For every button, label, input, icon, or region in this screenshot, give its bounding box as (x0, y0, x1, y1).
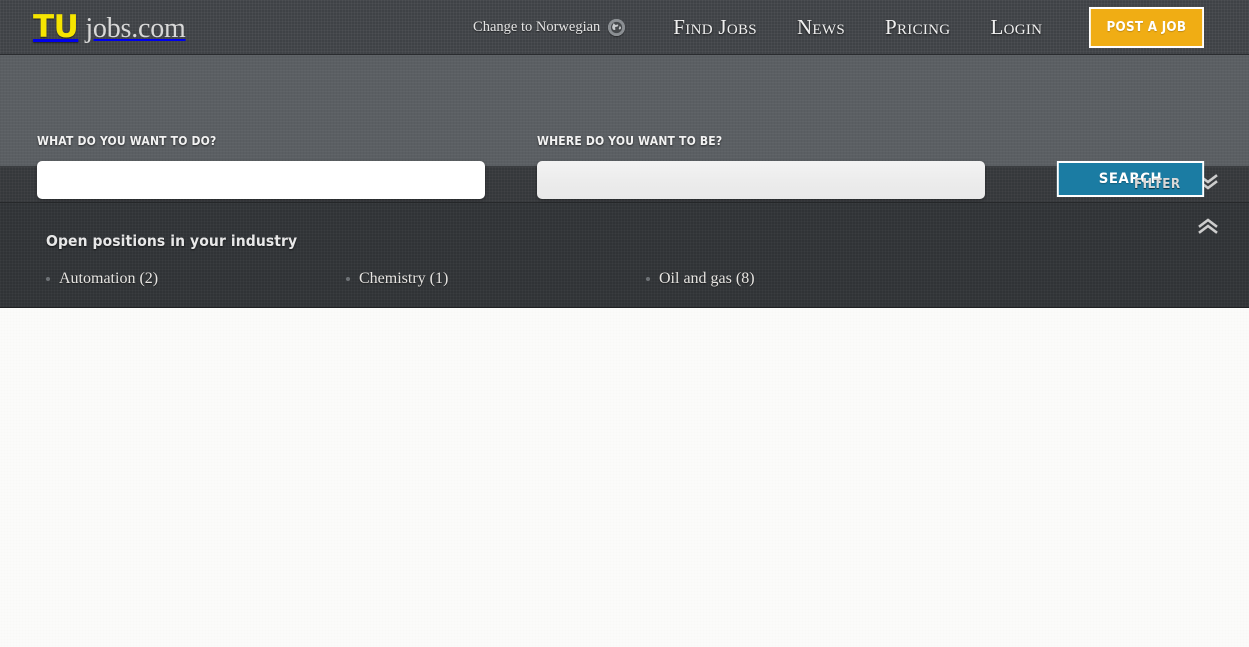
bullet-icon (646, 277, 650, 281)
bullet-icon (46, 277, 50, 281)
industry-item-automation[interactable]: Automation (2) (46, 270, 158, 288)
industry-panel (0, 203, 1249, 308)
main-content: SEARCH AMONG 13 POSITIONS IN 11 ADS Our … (0, 308, 1249, 647)
what-field-label: WHAT DO YOU WANT TO DO? (37, 134, 217, 148)
globe-icon (608, 18, 626, 36)
bullet-icon (346, 277, 350, 281)
industry-panel-title: Open positions in your industry (46, 232, 298, 250)
logo-tu-text: TU (33, 9, 79, 45)
chevron-double-up-icon[interactable] (1197, 218, 1219, 239)
industry-item-label: Chemistry (1) (359, 270, 449, 287)
post-a-job-button[interactable]: POST A JOB (1089, 6, 1205, 48)
search-panel: WHAT DO YOU WANT TO DO? WHERE DO YOU WAN… (0, 55, 1249, 199)
logo-jobs-text: jobs.com (85, 13, 186, 44)
site-logo[interactable]: TU jobs.com (33, 9, 186, 45)
search-input[interactable] (37, 161, 485, 199)
main-navigation: Change to Norwegian Find Jobs News Prici… (473, 0, 1249, 54)
industry-item-chemistry[interactable]: Chemistry (1) (346, 270, 448, 288)
industry-item-label: Oil and gas (8) (659, 270, 755, 287)
location-input[interactable] (537, 161, 985, 199)
industry-item-label: Automation (2) (59, 270, 159, 287)
nav-item-login[interactable]: Login (990, 15, 1042, 40)
site-header: TU jobs.com Change to Norwegian Find Job… (0, 0, 1249, 55)
language-toggle[interactable]: Change to Norwegian (473, 18, 626, 36)
filter-label: FILTER (1134, 177, 1181, 192)
language-toggle-label: Change to Norwegian (473, 18, 601, 35)
search-button[interactable]: SEARCH (1056, 161, 1205, 197)
nav-item-news[interactable]: News (797, 15, 845, 40)
nav-item-pricing[interactable]: Pricing (885, 15, 950, 40)
industry-item-oil-and-gas[interactable]: Oil and gas (8) (646, 270, 755, 288)
nav-item-find-jobs[interactable]: Find Jobs (673, 15, 757, 40)
where-field-label: WHERE DO YOU WANT TO BE? (537, 134, 723, 148)
